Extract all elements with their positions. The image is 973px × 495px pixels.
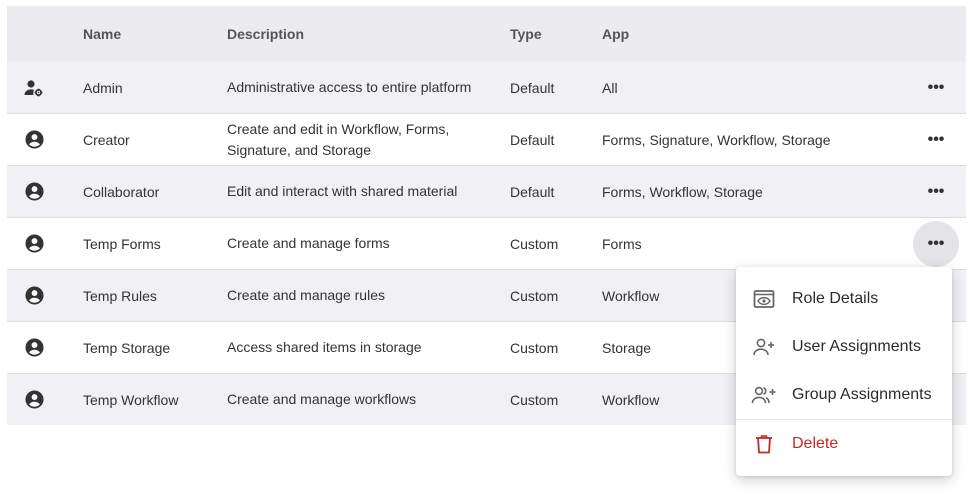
role-name: Creator (83, 131, 130, 148)
user-add-icon (736, 337, 792, 357)
menu-item-label: User Assignments (792, 338, 921, 355)
header-name[interactable]: Name (83, 26, 227, 42)
header-description[interactable]: Description (227, 24, 510, 45)
role-type: Custom (510, 391, 559, 408)
more-horizontal-icon: ••• (927, 130, 945, 148)
more-actions-button[interactable]: ••• (913, 220, 959, 267)
more-horizontal-icon: ••• (927, 78, 945, 96)
role-description: Access shared items in storage (227, 339, 422, 355)
role-type: Default (510, 131, 555, 148)
role-name: Temp Workflow (83, 391, 179, 408)
more-actions-button[interactable]: ••• (913, 117, 959, 163)
role-type: Custom (510, 287, 559, 304)
row-actions-menu: Role Details User Assignments Group Assi… (736, 267, 952, 476)
trash-icon (736, 434, 792, 454)
account-circle-icon (7, 390, 83, 409)
role-description: Create and manage rules (227, 287, 385, 303)
role-app: All (602, 79, 618, 96)
menu-item-delete[interactable]: Delete (736, 420, 952, 468)
role-name: Temp Forms (83, 235, 161, 252)
role-type: Custom (510, 339, 559, 356)
header-app[interactable]: App (602, 26, 906, 42)
account-circle-icon (7, 286, 83, 305)
menu-item-label: Delete (792, 435, 839, 452)
table-row[interactable]: Creator Create and edit in Workflow, For… (7, 114, 966, 166)
role-type: Default (510, 79, 555, 96)
role-name: Temp Storage (83, 339, 171, 356)
account-circle-icon (7, 234, 83, 253)
table-row[interactable]: Admin Administrative access to entire pl… (7, 62, 966, 114)
admin-user-gear-icon (7, 79, 83, 97)
role-description: Create and manage workflows (227, 391, 417, 407)
more-horizontal-icon: ••• (927, 234, 945, 252)
account-circle-icon (7, 338, 83, 357)
group-add-icon (736, 385, 792, 405)
role-description: Edit and interact with shared material (227, 183, 458, 199)
menu-item-group-assignments[interactable]: Group Assignments (736, 371, 952, 419)
menu-item-role-details[interactable]: Role Details (736, 275, 952, 323)
menu-item-user-assignments[interactable]: User Assignments (736, 323, 952, 371)
role-app: Forms, Workflow, Storage (602, 183, 763, 200)
table-row[interactable]: Collaborator Edit and interact with shar… (7, 166, 966, 218)
role-name: Collaborator (83, 183, 160, 200)
role-app: Forms (602, 235, 642, 252)
eye-card-icon (736, 289, 792, 309)
table-header: Name Description Type App (7, 6, 966, 62)
role-type: Custom (510, 235, 559, 252)
role-name: Admin (83, 79, 123, 96)
account-circle-icon (7, 130, 83, 149)
more-actions-button[interactable]: ••• (913, 65, 959, 111)
account-circle-icon (7, 182, 83, 201)
role-type: Default (510, 183, 555, 200)
role-description: Create and manage forms (227, 235, 390, 251)
header-type[interactable]: Type (510, 26, 602, 42)
more-horizontal-icon: ••• (927, 182, 945, 200)
role-description: Administrative access to entire platform (227, 79, 472, 95)
table-row[interactable]: Temp Forms Create and manage forms Custo… (7, 218, 966, 270)
role-description: Create and edit in Workflow, Forms, Sign… (227, 120, 450, 158)
menu-item-label: Role Details (792, 290, 879, 307)
menu-item-label: Group Assignments (792, 386, 932, 403)
role-name: Temp Rules (83, 287, 157, 304)
role-app: Forms, Signature, Workflow, Storage (602, 131, 831, 148)
more-actions-button[interactable]: ••• (913, 169, 959, 215)
